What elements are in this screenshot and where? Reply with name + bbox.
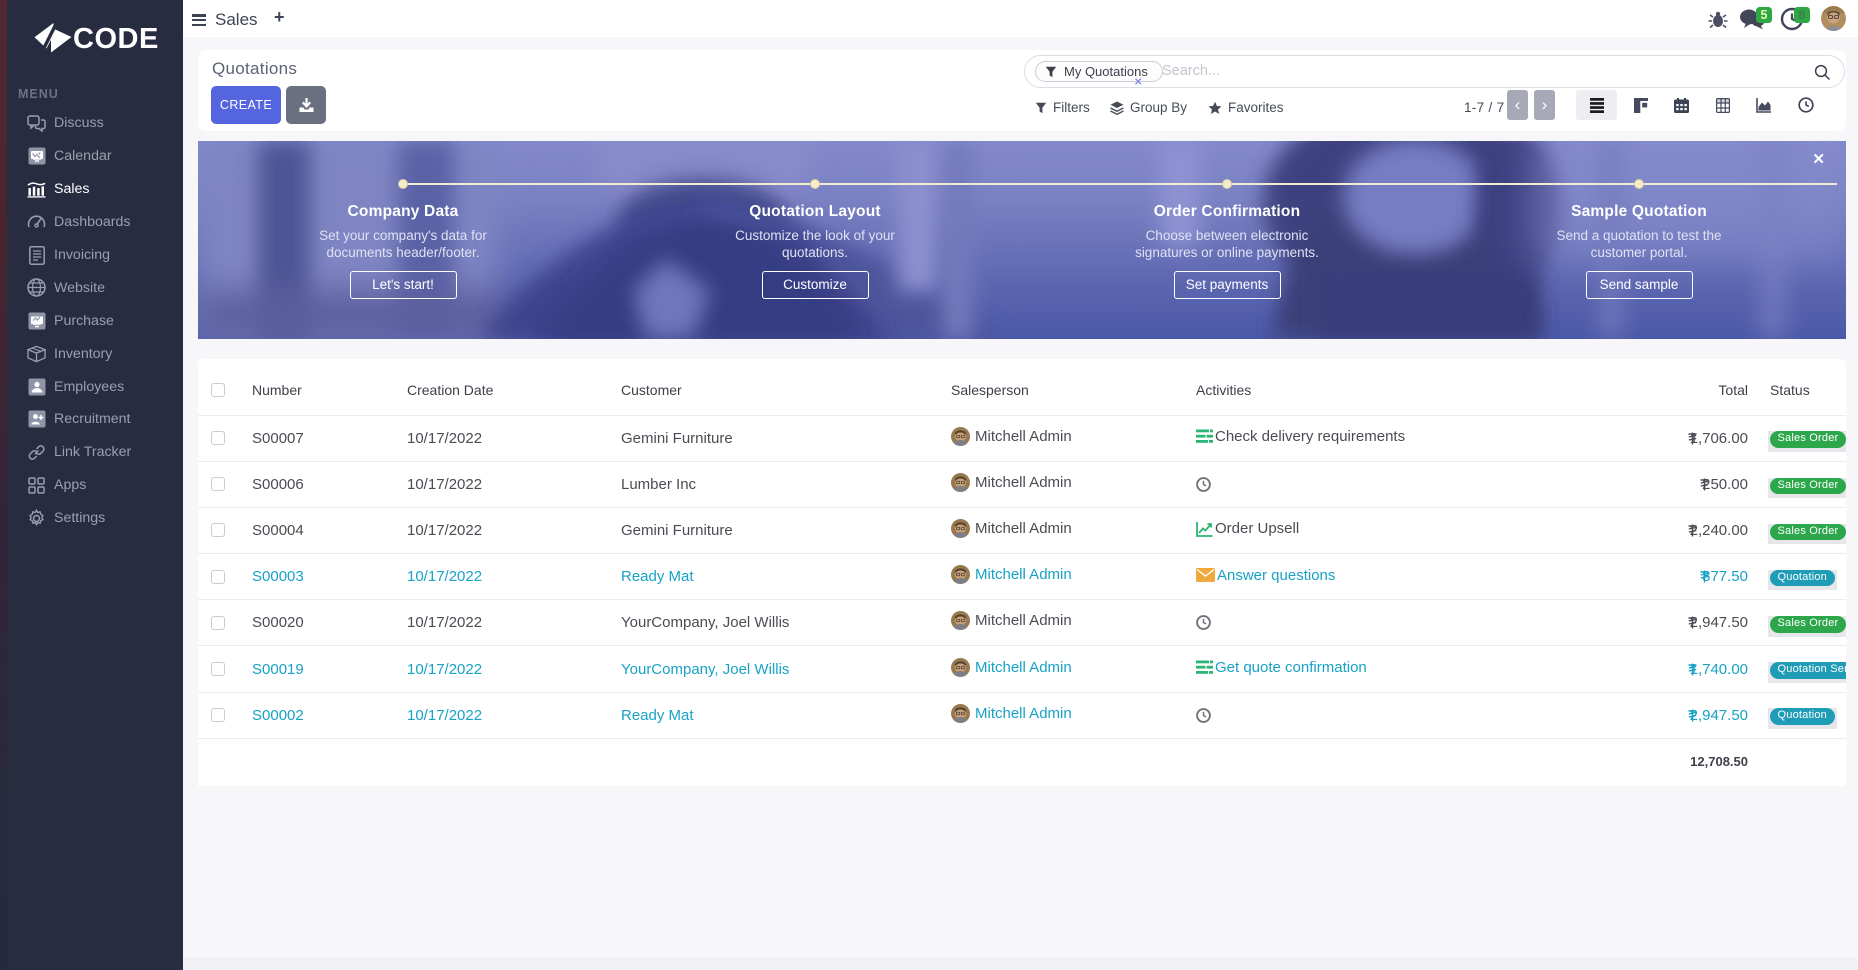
svg-text:CODE: CODE bbox=[73, 23, 159, 54]
